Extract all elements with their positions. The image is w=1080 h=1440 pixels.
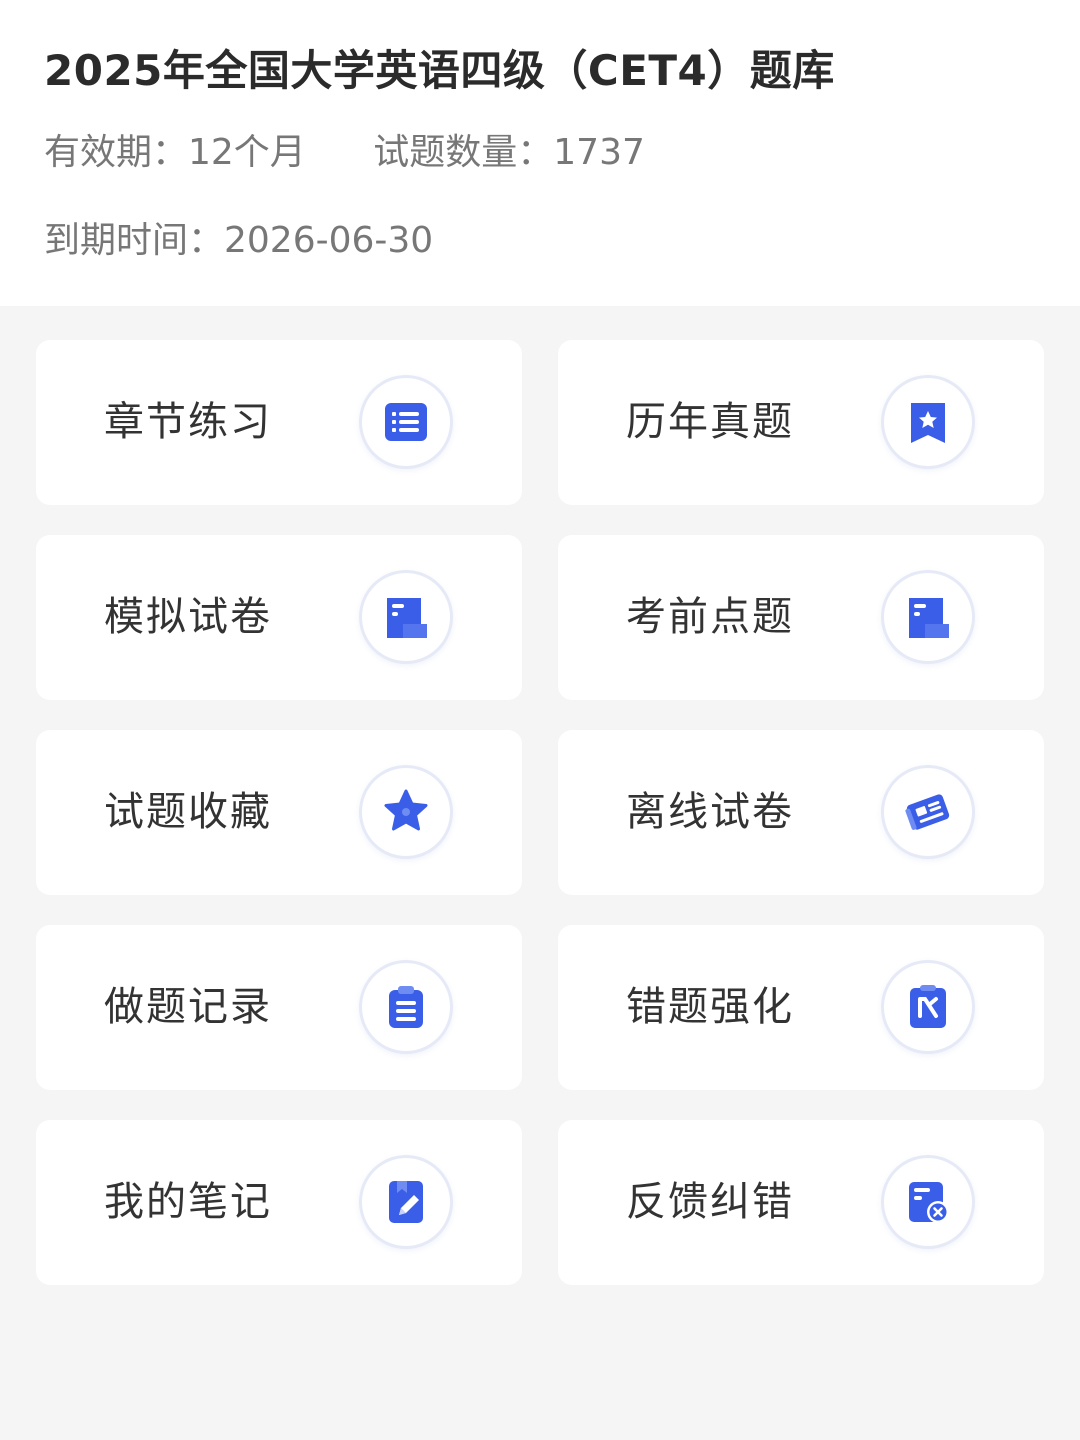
menu-item-label: 考前点题 [626, 594, 794, 640]
star-bookmark-icon [881, 375, 975, 469]
menu-item-offline-papers[interactable]: 离线试卷 [558, 730, 1044, 895]
star-icon [359, 765, 453, 859]
paper-icon [881, 570, 975, 664]
menu-item-favorites[interactable]: 试题收藏 [36, 730, 522, 895]
menu-item-mock-exam[interactable]: 模拟试卷 [36, 535, 522, 700]
menu-item-wrong-question-drill[interactable]: 错题强化 [558, 925, 1044, 1090]
menu-item-label: 试题收藏 [104, 789, 272, 835]
menu-item-label: 做题记录 [104, 984, 272, 1030]
page-title: 2025年全国大学英语四级（CET4）题库 [44, 46, 835, 95]
question-count-text: 试题数量：1737 [373, 132, 645, 173]
menu-item-label: 离线试卷 [626, 789, 794, 835]
meta-row-validity-count: 有效期：12个月 试题数量：1737 [44, 124, 1036, 182]
menu-item-past-papers[interactable]: 历年真题 [558, 340, 1044, 505]
menu-item-feedback[interactable]: 反馈纠错 [558, 1120, 1044, 1285]
menu-item-label: 反馈纠错 [626, 1179, 794, 1225]
clipboard-icon [359, 960, 453, 1054]
menu-item-label: 模拟试卷 [104, 594, 272, 640]
feature-menu-grid: 章节练习 历年真题 模拟试卷 考前点题 试题收藏 离线试卷 做题记录 错题强化 … [0, 306, 1080, 1285]
menu-item-label: 历年真题 [626, 399, 794, 445]
paper-icon [359, 570, 453, 664]
offline-paper-icon [881, 765, 975, 859]
wrong-question-icon [881, 960, 975, 1054]
note-pen-icon [359, 1155, 453, 1249]
menu-item-label: 错题强化 [626, 984, 794, 1030]
menu-item-label: 我的笔记 [104, 1179, 272, 1225]
menu-item-label: 章节练习 [104, 399, 272, 445]
validity-text: 有效期：12个月 [44, 132, 306, 173]
meta-row-expiry: 到期时间：2026-06-30 [44, 212, 1036, 270]
expiry-text: 到期时间：2026-06-30 [44, 220, 434, 261]
feedback-icon [881, 1155, 975, 1249]
menu-item-chapter-practice[interactable]: 章节练习 [36, 340, 522, 505]
menu-item-my-notes[interactable]: 我的笔记 [36, 1120, 522, 1285]
menu-item-practice-history[interactable]: 做题记录 [36, 925, 522, 1090]
menu-item-pre-exam-tips[interactable]: 考前点题 [558, 535, 1044, 700]
exam-info-header: 2025年全国大学英语四级（CET4）题库 有效期：12个月 试题数量：1737… [0, 0, 1080, 306]
list-icon [359, 375, 453, 469]
